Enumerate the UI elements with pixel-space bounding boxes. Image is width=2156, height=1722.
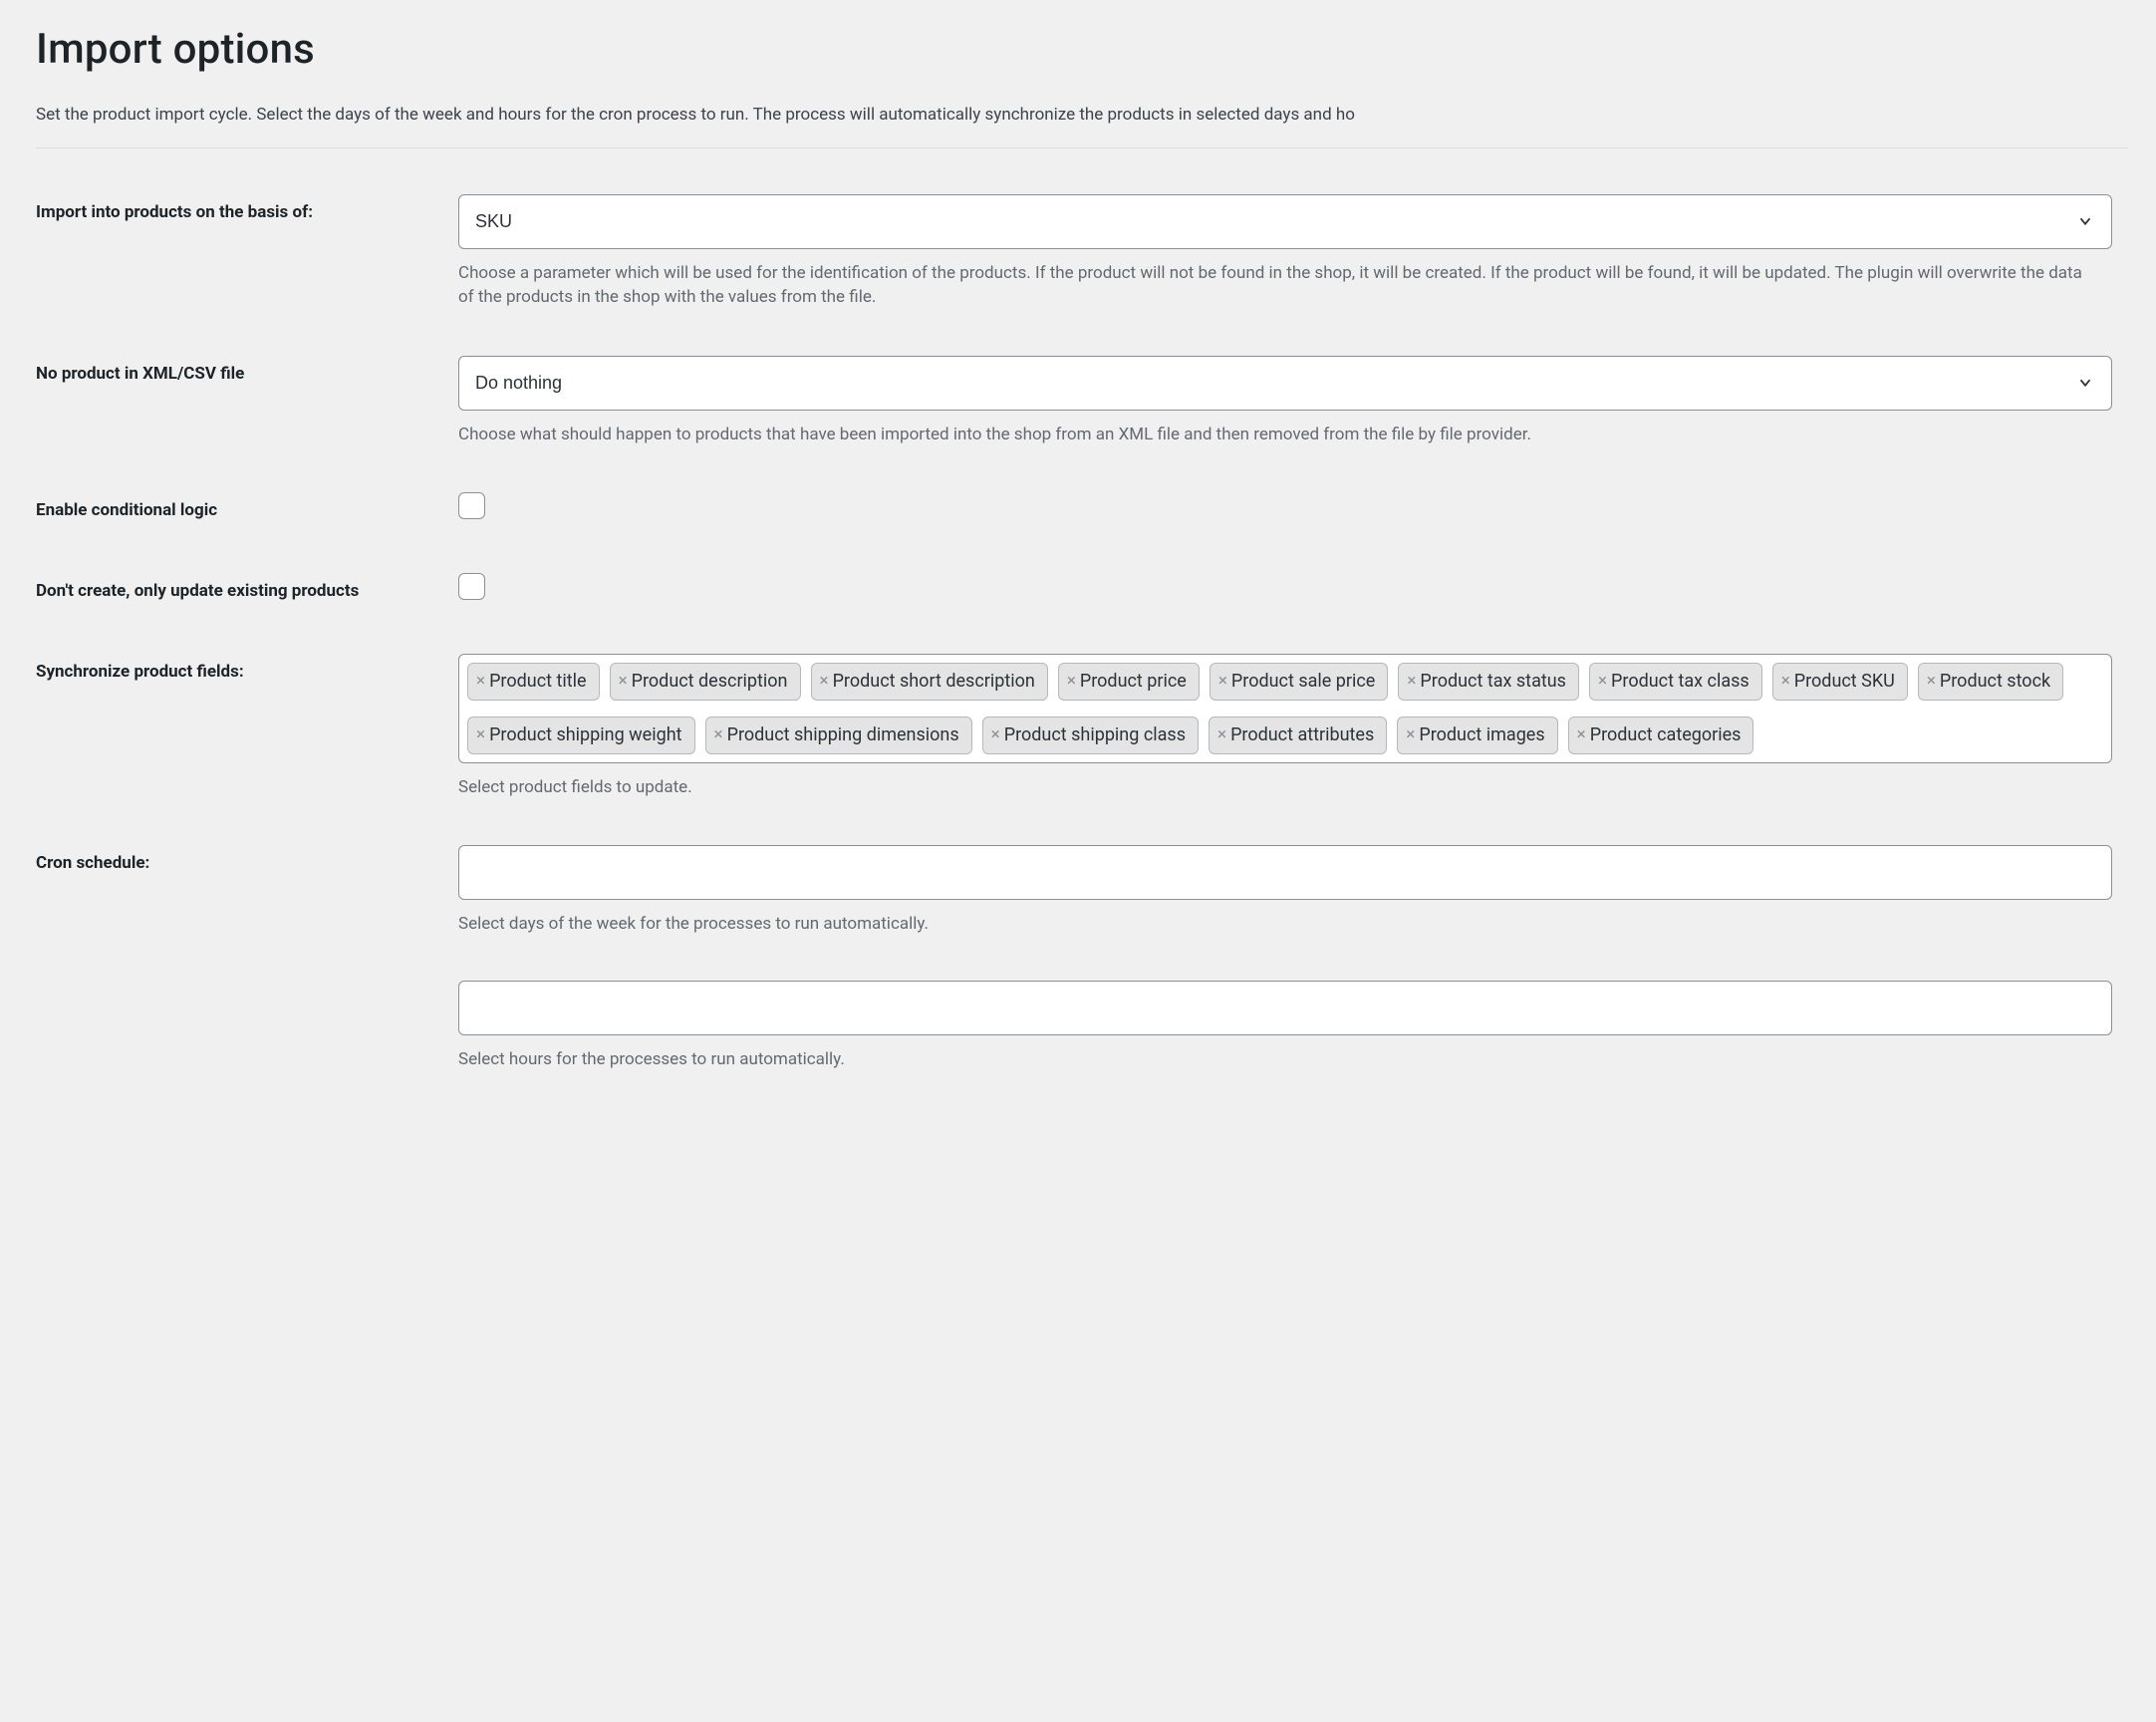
tag-sync-field: ×Product stock bbox=[1918, 663, 2063, 701]
tag-label: Product SKU bbox=[1794, 669, 1895, 695]
row-only-update: Don't create, only update existing produ… bbox=[36, 573, 2156, 608]
help-import-basis: Choose a parameter which will be used fo… bbox=[458, 261, 2092, 310]
tag-sync-field: ×Product shipping class bbox=[982, 717, 1199, 754]
page-intro: Set the product import cycle. Select the… bbox=[36, 103, 2156, 128]
tag-label: Product categories bbox=[1590, 722, 1742, 748]
remove-tag-icon[interactable]: × bbox=[1781, 673, 1790, 690]
help-no-product: Choose what should happen to products th… bbox=[458, 423, 2092, 447]
multiselect-cron-hours[interactable] bbox=[458, 981, 2112, 1035]
tag-label: Product images bbox=[1419, 722, 1544, 748]
tag-label: Product shipping weight bbox=[489, 722, 681, 748]
remove-tag-icon[interactable]: × bbox=[991, 726, 1000, 743]
row-conditional-logic: Enable conditional logic bbox=[36, 492, 2156, 527]
label-import-basis: Import into products on the basis of: bbox=[36, 200, 313, 225]
tag-sync-field: ×Product images bbox=[1397, 717, 1557, 754]
tag-label: Product sale price bbox=[1231, 669, 1375, 695]
remove-tag-icon[interactable]: × bbox=[1407, 673, 1416, 690]
tag-label: Product shipping class bbox=[1004, 722, 1186, 748]
remove-tag-icon[interactable]: × bbox=[1067, 673, 1076, 690]
row-sync-fields: Synchronize product fields: ×Product tit… bbox=[36, 654, 2156, 800]
label-only-update: Don't create, only update existing produ… bbox=[36, 579, 359, 604]
tag-sync-field: ×Product sale price bbox=[1210, 663, 1389, 701]
tag-label: Product shipping dimensions bbox=[727, 722, 959, 748]
tag-sync-field: ×Product description bbox=[610, 663, 801, 701]
tag-label: Product stock bbox=[1940, 669, 2050, 695]
tag-label: Product short description bbox=[833, 669, 1035, 695]
remove-tag-icon[interactable]: × bbox=[1577, 726, 1586, 743]
help-cron-hours: Select hours for the processes to run au… bbox=[458, 1047, 2092, 1072]
remove-tag-icon[interactable]: × bbox=[1218, 673, 1227, 690]
remove-tag-icon[interactable]: × bbox=[1598, 673, 1607, 690]
multiselect-sync-fields[interactable]: ×Product title×Product description×Produ… bbox=[458, 654, 2112, 763]
tag-sync-field: ×Product attributes bbox=[1209, 717, 1387, 754]
help-sync-fields: Select product fields to update. bbox=[458, 775, 2092, 800]
help-cron-days: Select days of the week for the processe… bbox=[458, 912, 2092, 937]
remove-tag-icon[interactable]: × bbox=[619, 673, 628, 690]
remove-tag-icon[interactable]: × bbox=[820, 673, 829, 690]
tag-sync-field: ×Product title bbox=[467, 663, 600, 701]
checkbox-only-update[interactable] bbox=[458, 573, 485, 600]
remove-tag-icon[interactable]: × bbox=[1217, 726, 1226, 743]
remove-tag-icon[interactable]: × bbox=[476, 673, 485, 690]
tag-label: Product description bbox=[632, 669, 788, 695]
tag-label: Product tax class bbox=[1611, 669, 1750, 695]
tag-sync-field: ×Product price bbox=[1058, 663, 1200, 701]
tag-label: Product tax status bbox=[1420, 669, 1566, 695]
row-cron-days: Cron schedule: Select days of the week f… bbox=[36, 845, 2156, 937]
tag-sync-field: ×Product shipping dimensions bbox=[705, 717, 972, 754]
section-divider bbox=[36, 147, 2128, 148]
tag-sync-field: ×Product tax status bbox=[1398, 663, 1579, 701]
tag-sync-field: ×Product tax class bbox=[1589, 663, 1762, 701]
remove-tag-icon[interactable]: × bbox=[714, 726, 723, 743]
remove-tag-icon[interactable]: × bbox=[476, 726, 485, 743]
checkbox-conditional-logic[interactable] bbox=[458, 492, 485, 519]
tag-label: Product attributes bbox=[1230, 722, 1374, 748]
tag-sync-field: ×Product short description bbox=[811, 663, 1048, 701]
select-no-product[interactable]: Do nothing bbox=[458, 356, 2112, 411]
tag-label: Product price bbox=[1080, 669, 1187, 695]
label-conditional-logic: Enable conditional logic bbox=[36, 498, 217, 523]
multiselect-cron-days[interactable] bbox=[458, 845, 2112, 900]
page-title: Import options bbox=[36, 20, 2156, 81]
remove-tag-icon[interactable]: × bbox=[1927, 673, 1936, 690]
remove-tag-icon[interactable]: × bbox=[1406, 726, 1415, 743]
select-import-basis[interactable]: SKU bbox=[458, 194, 2112, 249]
tag-sync-field: ×Product SKU bbox=[1772, 663, 1908, 701]
label-no-product: No product in XML/CSV file bbox=[36, 362, 244, 387]
import-options-page: Import options Set the product import cy… bbox=[0, 0, 2156, 1122]
label-sync-fields: Synchronize product fields: bbox=[36, 660, 244, 685]
row-cron-hours: Select hours for the processes to run au… bbox=[36, 981, 2156, 1072]
row-no-product: No product in XML/CSV file Do nothing Ch… bbox=[36, 356, 2156, 447]
tag-label: Product title bbox=[489, 669, 586, 695]
tag-sync-field: ×Product categories bbox=[1568, 717, 1754, 754]
label-cron-schedule: Cron schedule: bbox=[36, 851, 149, 876]
tag-sync-field: ×Product shipping weight bbox=[467, 717, 695, 754]
row-import-basis: Import into products on the basis of: SK… bbox=[36, 194, 2156, 310]
